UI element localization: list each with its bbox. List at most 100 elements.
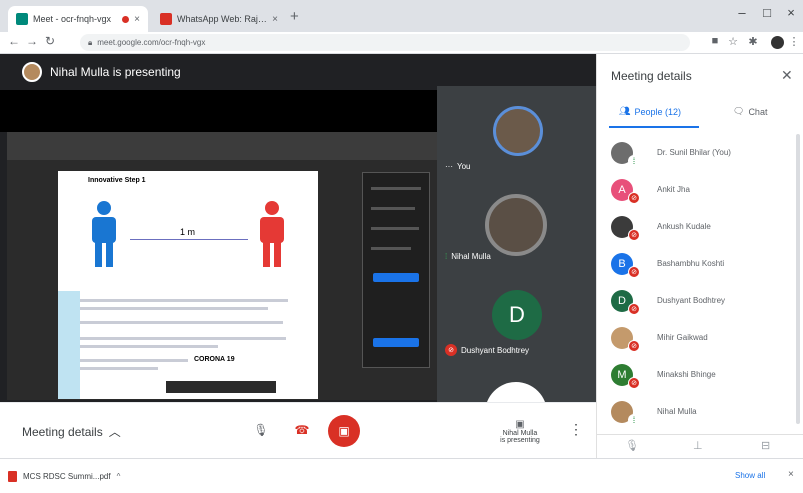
doc-text-line	[68, 307, 268, 310]
participant-row[interactable]: A ⊘ Ankit Jha	[611, 171, 796, 208]
doc-heading: Innovative Step 1	[88, 177, 146, 184]
download-item[interactable]: MCS RDSC Summi...pdf ^	[8, 471, 120, 482]
speaking-icon: ⁞	[628, 413, 640, 426]
shared-screen: Innovative Step 1 1 m CORONA 19	[7, 132, 437, 400]
avatar-initial: A	[618, 183, 626, 196]
tab-whatsapp[interactable]: WhatsApp Web: Rajkot Zone-Wait Dont 12 ×	[152, 6, 286, 32]
profile-avatar[interactable]	[771, 36, 784, 49]
forward-arrow-icon[interactable]: →	[24, 34, 40, 48]
extension-icon[interactable]: ✱	[746, 35, 760, 48]
avatar-initial: D	[618, 294, 626, 307]
participant-avatar: ⁞	[611, 141, 640, 167]
participant-row[interactable]: ⁞ Nihal Mulla	[611, 393, 796, 430]
chevron-up-icon[interactable]: ^	[117, 472, 121, 481]
mic-off-icon: ⊘	[628, 228, 640, 241]
meeting-details-panel: Meeting details ✕ 👥︎ People (12) 🗨︎ Chat…	[596, 54, 803, 458]
close-tab-icon[interactable]: ×	[134, 14, 140, 25]
present-screen-icon: ▣	[515, 418, 525, 430]
dushyant-avatar: D	[492, 290, 542, 340]
participant-avatar: ⁞	[611, 400, 640, 426]
side-text-line	[371, 207, 415, 210]
distance-label: 1 m	[180, 227, 196, 237]
presenter-avatar	[22, 62, 42, 82]
person-red-figure	[260, 201, 284, 267]
participant-name: Dr. Sunil Bhilar (You)	[657, 148, 731, 157]
participant-name: Ankit Jha	[657, 185, 690, 194]
hang-up-icon[interactable]: ☎︎	[292, 421, 312, 439]
avatar-initial: M	[617, 368, 627, 381]
microphone-icon[interactable]: 🎙︎	[252, 421, 270, 439]
browser-toolbar: ← → ↻ 🔒︎ meet.google.com/ocr-fnqh-vgx ■ …	[0, 32, 803, 54]
close-window-button[interactable]: ×	[780, 5, 802, 20]
mic-off-icon: ⊘	[628, 376, 640, 389]
presenting-text: Nihal Mulla is presenting	[50, 65, 181, 79]
address-bar[interactable]: 🔒︎ meet.google.com/ocr-fnqh-vgx	[80, 34, 690, 51]
meet-stage: Nihal Mulla is presenting Innovative Ste…	[0, 54, 596, 458]
participant-name: Dushyant Bodhtrey	[657, 296, 726, 305]
star-icon[interactable]: ☆	[726, 35, 740, 48]
maximize-button[interactable]: □	[756, 5, 778, 20]
tab-chat[interactable]: 🗨︎ Chat	[733, 106, 767, 117]
participant-row[interactable]: ⊘ Ankush Kudale	[611, 208, 796, 245]
tab-people[interactable]: 👥︎ People (12)	[619, 106, 681, 117]
participant-row[interactable]: D ⊘ Dushyant Bodhtrey	[611, 282, 796, 319]
participant-name: Minakshi Bhinge	[657, 370, 716, 379]
close-download-bar-icon[interactable]: ×	[788, 469, 794, 480]
tab-title: WhatsApp Web: Rajkot Zone-Wait Dont 12	[177, 14, 268, 24]
url-text: meet.google.com/ocr-fnqh-vgx	[97, 38, 206, 47]
mic-off-icon: ⊘	[628, 302, 640, 315]
download-bar: MCS RDSC Summi...pdf ^ Show all ×	[0, 458, 803, 493]
download-filename: MCS RDSC Summi...pdf	[23, 472, 111, 481]
doc-margin-highlight	[58, 291, 80, 399]
chat-icon: 🗨︎	[733, 106, 745, 116]
show-all-button[interactable]: Show all	[735, 471, 765, 480]
panel-scrollbar[interactable]	[796, 134, 800, 424]
participant-name: Nihal Mulla	[657, 407, 697, 416]
tab-meet[interactable]: Meet - ocr-fnqh-vgx ×	[8, 6, 148, 32]
tab-chat-label: Chat	[748, 106, 768, 117]
participant-row[interactable]: ⊘ Mihir Gaikwad	[611, 319, 796, 356]
tile-name: Dushyant Bodhtrey	[461, 345, 530, 355]
mic-off-icon: ⊘	[628, 339, 640, 352]
shared-app-sidepanel	[362, 172, 430, 368]
shared-app-toolbar	[7, 132, 437, 160]
presenting-indicator-button[interactable]: ▣ Nihal Mulla is presenting	[490, 409, 550, 453]
tile-name: You	[457, 162, 471, 171]
participant-name: Bashambhu Koshti	[657, 259, 725, 268]
doc-highlight: CORONA 19	[194, 356, 235, 363]
more-options-icon[interactable]: ···	[445, 162, 453, 171]
participant-row[interactable]: ⁞ Dr. Sunil Bhilar (You)	[611, 134, 796, 171]
meeting-details-button[interactable]: Meeting details ︿	[22, 423, 121, 440]
back-arrow-icon[interactable]: ←	[6, 34, 22, 48]
panel-title: Meeting details	[611, 69, 692, 83]
browser-menu-icon[interactable]: ⋮	[787, 35, 801, 48]
presenting-banner: Nihal Mulla is presenting	[0, 54, 596, 90]
camera-indicator-icon[interactable]: ■	[708, 35, 722, 47]
minimize-button[interactable]: –	[731, 5, 753, 20]
close-icon[interactable]: ✕	[781, 67, 793, 84]
participant-row[interactable]: M ⊘ Minakshi Bhinge	[611, 356, 796, 393]
present-icon[interactable]: ⊟	[761, 439, 770, 452]
close-tab-icon[interactable]: ×	[272, 14, 278, 25]
camera-off-button[interactable]: ▣	[328, 415, 360, 447]
presenting-label: Nihal Mulla is presenting	[500, 429, 540, 444]
reload-icon[interactable]: ↻	[42, 34, 58, 48]
participant-row[interactable]: B ⊘ Bashambhu Koshti	[611, 245, 796, 282]
tile-name: Nihal Mulla	[451, 252, 491, 261]
person-blue-figure	[92, 201, 116, 267]
new-tab-button[interactable]: +	[290, 8, 299, 25]
side-blue-button	[373, 273, 419, 282]
pin-icon[interactable]: ⊥	[693, 439, 703, 452]
doc-text-line	[68, 359, 188, 362]
doc-text-line	[68, 321, 283, 324]
participant-avatar: A ⊘	[611, 178, 640, 204]
microphone-icon[interactable]: 🎙︎	[625, 439, 639, 452]
panel-footer: 🎙︎ ⊥ ⊟	[597, 434, 803, 458]
mic-off-icon: ⊘	[628, 191, 640, 204]
speaking-icon: ⁞	[628, 154, 640, 167]
more-options-button[interactable]: ⋮	[569, 419, 583, 439]
recording-dot-icon	[122, 15, 130, 23]
doc-text-line	[68, 367, 158, 370]
tile-label-self: ··· You	[445, 162, 471, 171]
lock-icon: 🔒︎	[88, 37, 93, 47]
